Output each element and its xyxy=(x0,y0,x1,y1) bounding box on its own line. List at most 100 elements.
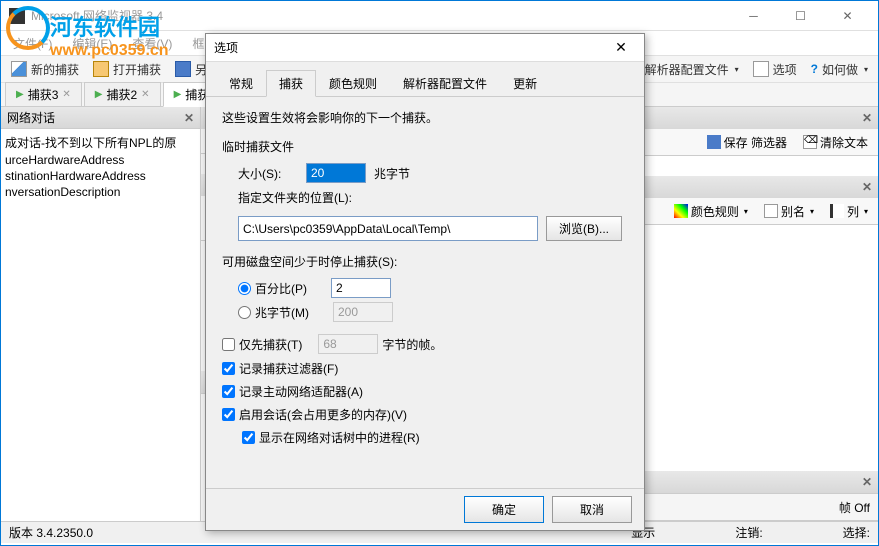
list-item: 成对话-找不到以下所有NPL的原 xyxy=(5,133,196,152)
maximize-button[interactable]: ☐ xyxy=(778,2,823,30)
record-adapter-label: 记录主动网络适配器(A) xyxy=(239,383,363,400)
alias-button[interactable]: 别名 xyxy=(760,201,818,222)
minimize-button[interactable]: ─ xyxy=(731,2,776,30)
tab-parser-profiles[interactable]: 解析器配置文件 xyxy=(390,70,500,97)
temp-files-label: 临时捕获文件 xyxy=(222,138,628,155)
tab-capture[interactable]: 捕获 xyxy=(266,70,316,97)
menu-view[interactable]: 查看(V) xyxy=(128,33,176,54)
clear-text-label: 清除文本 xyxy=(820,134,868,151)
ok-button[interactable]: 确定 xyxy=(464,496,544,523)
alias-label: 别名 xyxy=(781,203,805,220)
dialog-titlebar: 选项 ✕ xyxy=(206,34,644,62)
open-icon xyxy=(93,61,109,77)
enable-session-label: 启用会话(会占用更多的内存)(V) xyxy=(239,406,407,423)
panel-close-icon[interactable]: ✕ xyxy=(862,475,872,489)
howto-button[interactable]: ? 如何做 xyxy=(805,59,874,80)
version-label: 版本 3.4.2350.0 xyxy=(9,524,93,541)
new-capture-button[interactable]: 新的捕获 xyxy=(5,59,85,80)
conversations-list[interactable]: 成对话-找不到以下所有NPL的原 urceHardwareAddress sti… xyxy=(1,129,200,521)
tab-close-icon[interactable]: ✕ xyxy=(141,89,149,100)
play-icon: ▶ xyxy=(95,89,103,100)
options-dialog: 选项 ✕ 常规 捕获 颜色规则 解析器配置文件 更新 这些设置生效将会影响你的下… xyxy=(205,33,645,531)
color-icon xyxy=(674,204,688,218)
color-rules-label: 颜色规则 xyxy=(691,203,739,220)
howto-label: 如何做 xyxy=(822,61,858,78)
record-adapter-checkbox[interactable] xyxy=(222,385,235,398)
frame-off-label: 帧 Off xyxy=(839,499,870,516)
titlebar: Microsoft 网络监视器 3.4 ─ ☐ ✕ xyxy=(1,1,878,31)
menu-edit[interactable]: 编辑(E) xyxy=(68,33,116,54)
show-process-label: 显示在网络对话树中的进程(R) xyxy=(259,429,420,446)
save-filter-button[interactable]: 保存 筛选器 xyxy=(703,132,791,153)
save-icon xyxy=(707,135,721,149)
list-item: stinationHardwareAddress xyxy=(5,168,196,184)
dialog-footer: 确定 取消 xyxy=(206,488,644,530)
app-icon xyxy=(9,8,25,24)
help-icon: ? xyxy=(811,62,818,76)
tab-general[interactable]: 常规 xyxy=(216,70,266,97)
enable-session-checkbox[interactable] xyxy=(222,408,235,421)
tab-capture2-label: 捕获2 xyxy=(106,86,137,103)
list-item: urceHardwareAddress xyxy=(5,152,196,168)
tab-capture3-label: 捕获3 xyxy=(28,86,59,103)
tab-update[interactable]: 更新 xyxy=(500,70,550,97)
clear-icon xyxy=(803,135,817,149)
dialog-tabs: 常规 捕获 颜色规则 解析器配置文件 更新 xyxy=(206,62,644,97)
menu-file[interactable]: 文件(F) xyxy=(9,33,56,54)
tab-color-rules[interactable]: 颜色规则 xyxy=(316,70,390,97)
dismiss-label: 注销: xyxy=(735,524,762,541)
tab-capture2[interactable]: ▶ 捕获2 ✕ xyxy=(84,82,161,107)
panel-close-icon[interactable]: ✕ xyxy=(862,180,872,194)
browse-button[interactable]: 浏览(B)... xyxy=(546,216,622,241)
size-unit: 兆字节 xyxy=(374,165,410,182)
options-icon xyxy=(753,61,769,77)
open-capture-label: 打开捕获 xyxy=(113,61,161,78)
only-first-input xyxy=(318,334,378,354)
cancel-button[interactable]: 取消 xyxy=(552,496,632,523)
close-button[interactable]: ✕ xyxy=(825,2,870,30)
select-label: 选择: xyxy=(843,524,870,541)
only-first-checkbox[interactable] xyxy=(222,338,235,351)
disk-space-label: 可用磁盘空间少于时停止捕获(S): xyxy=(222,253,628,270)
color-rules-button[interactable]: 颜色规则 xyxy=(670,201,752,222)
percent-label: 百分比(P) xyxy=(255,280,307,297)
options-button[interactable]: 选项 xyxy=(747,59,803,80)
show-process-checkbox[interactable] xyxy=(242,431,255,444)
dialog-close-button[interactable]: ✕ xyxy=(606,36,636,60)
tab-close-icon[interactable]: ✕ xyxy=(62,89,70,100)
clear-text-button[interactable]: 清除文本 xyxy=(799,132,872,153)
megabyte-label: 兆字节(M) xyxy=(255,304,309,321)
new-capture-label: 新的捕获 xyxy=(31,61,79,78)
record-filter-checkbox[interactable] xyxy=(222,362,235,375)
folder-label: 指定文件夹的位置(L): xyxy=(238,189,352,206)
size-input[interactable] xyxy=(306,163,366,183)
megabyte-radio[interactable] xyxy=(238,306,251,319)
dialog-title: 选项 xyxy=(214,39,606,56)
options-label: 选项 xyxy=(773,61,797,78)
only-first-unit: 字节的帧。 xyxy=(382,336,442,353)
panel-close-icon[interactable]: ✕ xyxy=(184,111,194,125)
alias-icon xyxy=(764,204,778,218)
dialog-description: 这些设置生效将会影响你的下一个捕获。 xyxy=(222,109,628,126)
only-first-label: 仅先捕获(T) xyxy=(239,336,302,353)
window-title: Microsoft 网络监视器 3.4 xyxy=(31,7,731,24)
parser-profiles-label: 解析器配置文件 xyxy=(645,61,729,78)
panel-header: 网络对话 ✕ xyxy=(1,107,200,129)
list-item: nversationDescription xyxy=(5,184,196,200)
size-label: 大小(S): xyxy=(238,165,298,182)
percent-input[interactable] xyxy=(331,278,391,298)
panel-title: 网络对话 xyxy=(7,109,55,126)
tab-capture3[interactable]: ▶ 捕获3 ✕ xyxy=(5,82,82,107)
dialog-body: 这些设置生效将会影响你的下一个捕获。 临时捕获文件 大小(S): 兆字节 指定文… xyxy=(206,97,644,493)
save-filter-label: 保存 筛选器 xyxy=(724,134,787,151)
save-icon xyxy=(175,61,191,77)
percent-radio[interactable] xyxy=(238,282,251,295)
open-capture-button[interactable]: 打开捕获 xyxy=(87,59,167,80)
panel-close-icon[interactable]: ✕ xyxy=(862,111,872,125)
columns-button[interactable]: 列 xyxy=(826,201,872,222)
list-icon xyxy=(830,204,844,218)
new-icon xyxy=(11,61,27,77)
megabyte-input xyxy=(333,302,393,322)
folder-input[interactable] xyxy=(238,216,538,241)
play-icon: ▶ xyxy=(174,89,182,100)
